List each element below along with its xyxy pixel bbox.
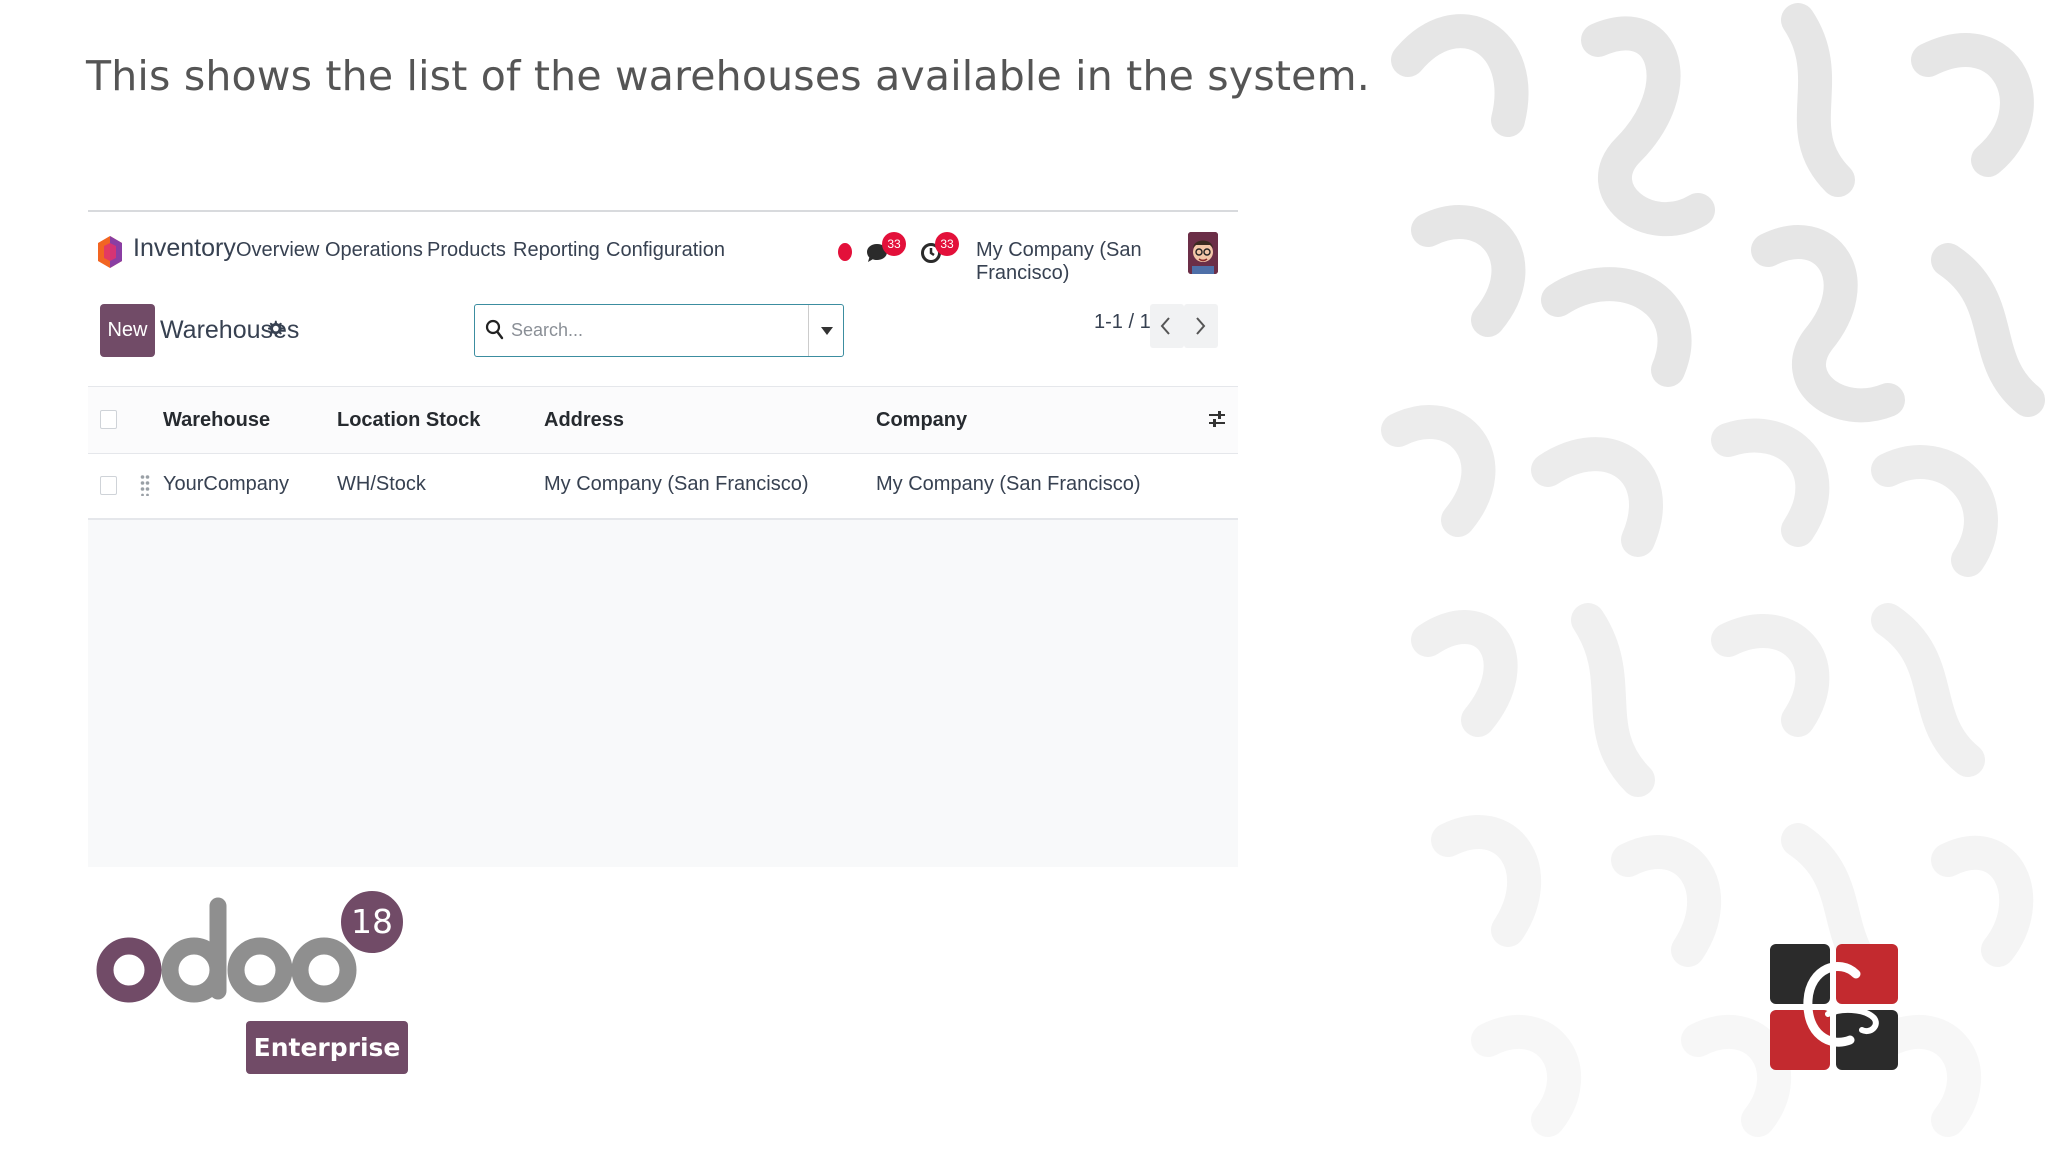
decorative-pattern [1368, 0, 2048, 1152]
chevron-left-icon [1160, 317, 1170, 335]
gear-icon[interactable] [266, 320, 284, 338]
search-input[interactable] [511, 305, 801, 356]
messages-badge: 33 [882, 232, 906, 256]
status-dot-icon[interactable] [838, 243, 852, 261]
table-header: Warehouse Location Stock Address Company [88, 386, 1238, 455]
user-avatar[interactable] [1188, 232, 1218, 274]
menu-overview[interactable]: Overview [236, 239, 319, 262]
select-all-checkbox[interactable] [100, 410, 117, 429]
menu-reporting[interactable]: Reporting [513, 239, 600, 262]
slide-caption: This shows the list of the warehouses av… [86, 52, 1370, 100]
pager-next-button[interactable] [1184, 304, 1218, 348]
search-icon [485, 319, 504, 340]
top-navbar: Inventory Overview Operations Products R… [88, 212, 1238, 290]
pager-previous-button[interactable] [1150, 304, 1184, 348]
new-button[interactable]: New [100, 304, 155, 357]
search-options-toggle[interactable] [808, 305, 843, 356]
menu-products[interactable]: Products [427, 239, 506, 262]
column-header-address[interactable]: Address [544, 409, 624, 432]
cell-warehouse[interactable]: YourCompany [163, 473, 289, 496]
publisher-logo [1770, 944, 1898, 1070]
row-checkbox[interactable] [100, 476, 117, 495]
app-name[interactable]: Inventory [133, 234, 236, 263]
column-header-location-stock[interactable]: Location Stock [337, 409, 480, 432]
menu-operations[interactable]: Operations [325, 239, 423, 262]
pager-value[interactable]: 1-1 / 1 [1094, 311, 1151, 334]
cell-company[interactable]: My Company (San Francisco) [876, 473, 1141, 496]
optional-columns-icon[interactable] [1208, 408, 1226, 430]
chevron-right-icon [1196, 317, 1206, 335]
inventory-app-icon[interactable] [98, 236, 122, 268]
search-box [474, 304, 844, 357]
version-badge: 18 [338, 888, 406, 956]
menu-configuration[interactable]: Configuration [606, 239, 725, 262]
edition-label: Enterprise [246, 1021, 408, 1074]
cell-location-stock[interactable]: WH/Stock [337, 473, 426, 496]
table-row[interactable]: YourCompany WH/Stock My Company (San Fra… [88, 454, 1238, 520]
drag-handle-icon[interactable] [140, 474, 150, 496]
cell-address[interactable]: My Company (San Francisco) [544, 473, 809, 496]
activities-badge: 33 [935, 232, 959, 256]
column-header-company[interactable]: Company [876, 409, 967, 432]
column-header-warehouse[interactable]: Warehouse [163, 409, 270, 432]
inventory-app-screenshot: Inventory Overview Operations Products R… [88, 210, 1238, 867]
